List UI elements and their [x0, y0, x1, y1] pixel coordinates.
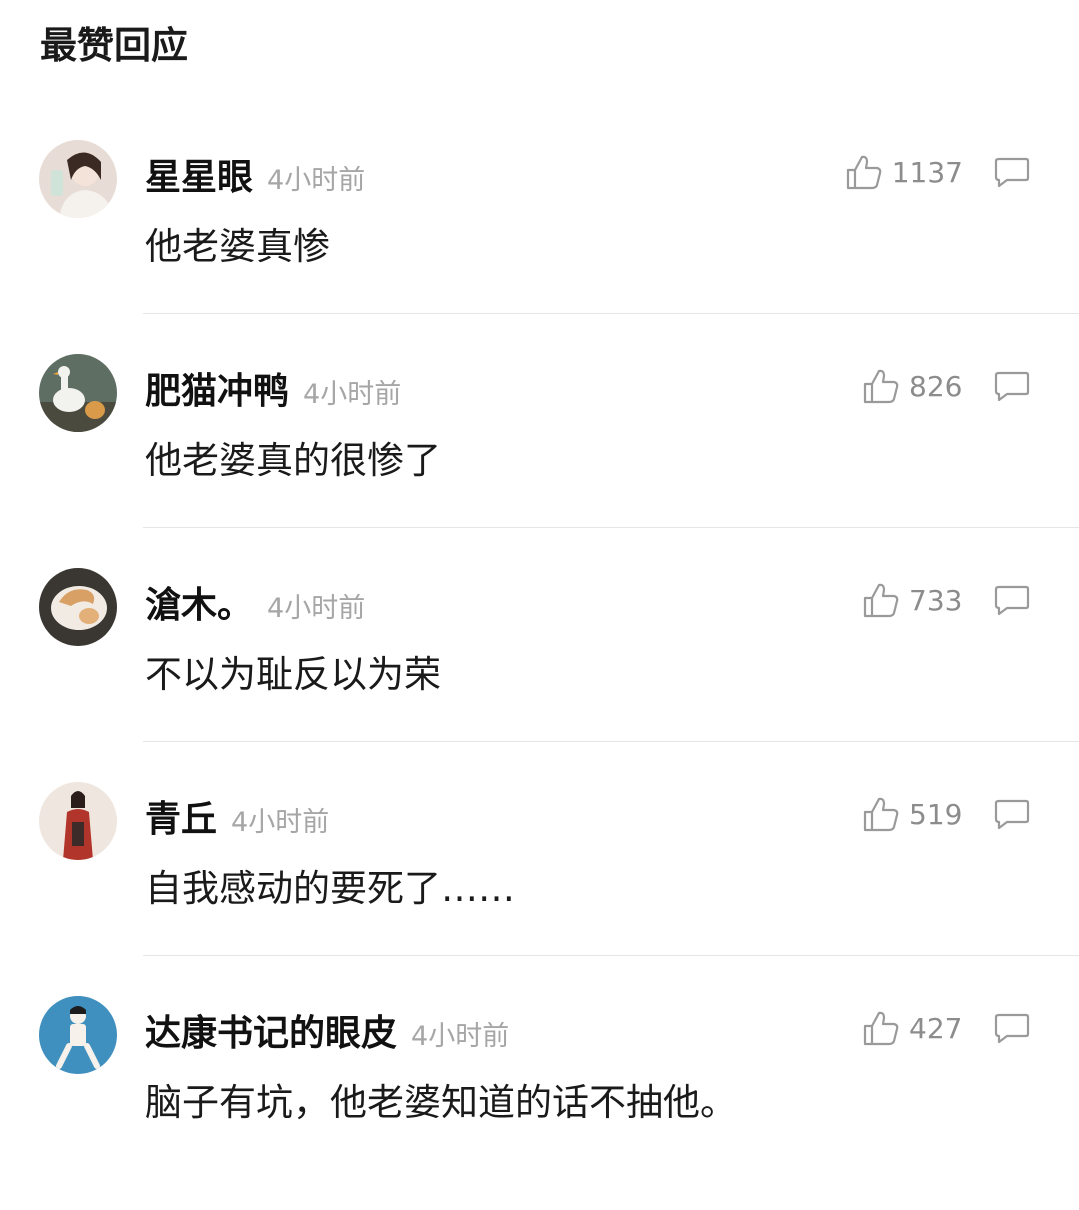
timestamp: 4小时前	[267, 593, 366, 624]
thumbs-up-icon	[861, 580, 901, 620]
divider	[143, 741, 1079, 742]
comment-text: 脑子有坑，他老婆知道的话不抽他。	[145, 1081, 737, 1124]
section-title: 最赞回应	[40, 24, 188, 67]
timestamp: 4小时前	[231, 807, 330, 838]
username[interactable]: 肥猫冲鸭	[145, 371, 289, 412]
username[interactable]: 青丘	[145, 799, 217, 840]
avatar[interactable]	[39, 996, 117, 1074]
reply-button[interactable]	[993, 1011, 1031, 1045]
timestamp: 4小时前	[411, 1021, 510, 1052]
comment-text: 他老婆真惨	[145, 225, 330, 268]
thumbs-up-icon	[861, 1008, 901, 1048]
comment-item: 滄木。 4小时前 不以为耻反以为荣 733	[0, 568, 1079, 782]
comment-bubble-icon	[993, 1011, 1031, 1045]
like-button[interactable]: 519	[861, 794, 963, 834]
reply-button[interactable]	[993, 583, 1031, 617]
comment-bubble-icon	[993, 369, 1031, 403]
comment-item: 青丘 4小时前 自我感动的要死了…… 519	[0, 782, 1079, 996]
like-count: 826	[909, 369, 963, 403]
like-count: 519	[909, 797, 963, 831]
thumbs-up-icon	[861, 794, 901, 834]
avatar[interactable]	[39, 140, 117, 218]
divider	[143, 955, 1079, 956]
reply-button[interactable]	[993, 369, 1031, 403]
comment-text: 不以为耻反以为荣	[145, 653, 441, 696]
comment-text: 自我感动的要死了……	[145, 867, 515, 910]
thumbs-up-icon	[844, 152, 884, 192]
divider	[143, 527, 1079, 528]
like-count: 1137	[891, 155, 963, 189]
reply-button[interactable]	[993, 797, 1031, 831]
thumbs-up-icon	[861, 366, 901, 406]
comment-text: 他老婆真的很惨了	[145, 439, 441, 482]
like-button[interactable]: 733	[861, 580, 963, 620]
like-count: 733	[909, 583, 963, 617]
like-button[interactable]: 427	[861, 1008, 963, 1048]
timestamp: 4小时前	[267, 165, 366, 196]
comment-bubble-icon	[993, 797, 1031, 831]
divider	[143, 313, 1079, 314]
comment-bubble-icon	[993, 583, 1031, 617]
reply-button[interactable]	[993, 155, 1031, 189]
like-button[interactable]: 826	[861, 366, 963, 406]
username[interactable]: 达康书记的眼皮	[145, 1013, 397, 1054]
username[interactable]: 星星眼	[145, 157, 253, 198]
username[interactable]: 滄木。	[145, 585, 253, 626]
comment-item: 星星眼 4小时前 他老婆真惨 1137	[0, 140, 1079, 354]
comment-bubble-icon	[993, 155, 1031, 189]
comment-item: 肥猫冲鸭 4小时前 他老婆真的很惨了 826	[0, 354, 1079, 568]
avatar[interactable]	[39, 782, 117, 860]
like-button[interactable]: 1137	[844, 152, 963, 192]
like-count: 427	[909, 1011, 963, 1045]
timestamp: 4小时前	[303, 379, 402, 410]
avatar[interactable]	[39, 354, 117, 432]
avatar[interactable]	[39, 568, 117, 646]
comment-item: 达康书记的眼皮 4小时前 脑子有坑，他老婆知道的话不抽他。 427	[0, 996, 1079, 1210]
